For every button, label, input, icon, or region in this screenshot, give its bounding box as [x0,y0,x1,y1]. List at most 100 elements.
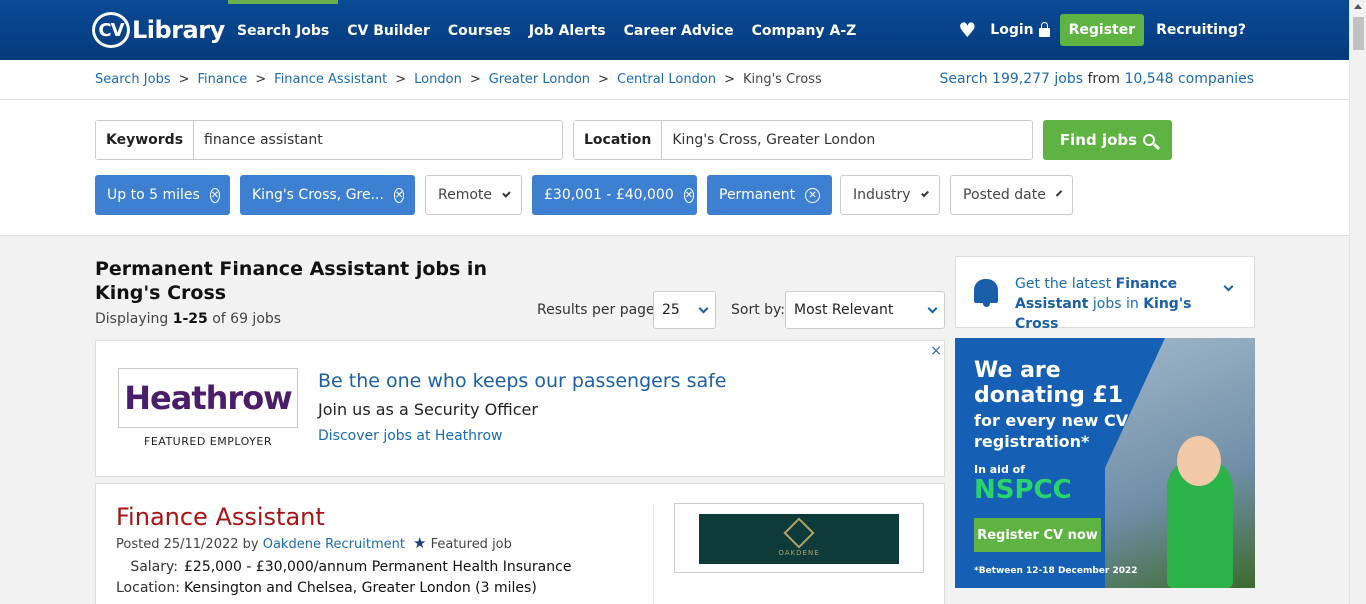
login-label: Login [990,22,1034,38]
keywords-field: Keywords [95,120,563,160]
breadcrumb: Search Jobs > Finance > Finance Assistant >… [95,72,822,87]
job-salary-value: £25,000 - £30,000/annum Permanent Health… [184,559,572,575]
featured-employer-subline: Join us as a Security Officer [318,400,538,419]
nav-company-a-z[interactable]: Company A-Z [743,0,866,60]
filter-distance-label: Up to 5 miles [107,187,200,203]
featured-employer-card: × Heathrow FEATURED EMPLOYER Be the one … [95,340,945,477]
nav-job-alerts[interactable]: Job Alerts [520,0,615,60]
filter-job-type[interactable]: Permanent ✕ [707,175,832,215]
breadcrumb-finance-assistant[interactable]: Finance Assistant [274,72,387,87]
breadcrumb-central-london[interactable]: Central London [617,72,716,87]
filter-remote-dropdown[interactable]: Remote [425,175,522,215]
filter-industry-dropdown[interactable]: Industry [840,175,940,215]
filter-salary-label: £30,001 - £40,000 [544,187,674,203]
sort-by-label: Sort by: [731,302,786,318]
account-nav: ♥ Login Register Recruiting? [958,0,1246,60]
featured-employer-headline[interactable]: Be the one who keeps our passengers safe [318,370,727,392]
featured-employer-link[interactable]: Discover jobs at Heathrow [318,428,502,444]
logo-cv-mark: CV [92,12,130,48]
breadcrumb-finance[interactable]: Finance [198,72,248,87]
breadcrumb-separator: > [469,72,481,87]
register-button[interactable]: Register [1059,14,1145,46]
location-input[interactable] [662,121,1032,159]
remove-filter-icon[interactable]: ✕ [683,187,695,203]
remove-filter-icon[interactable]: ✕ [805,187,820,203]
job-alert-prefix: Get the latest [1015,276,1116,292]
filter-job-type-label: Permanent [719,187,796,203]
heathrow-logo[interactable]: Heathrow [118,368,298,428]
chevron-down-icon [502,188,511,198]
login-link[interactable]: Login [990,21,1050,38]
breadcrumb-search-jobs[interactable]: Search Jobs [95,72,171,87]
recruiting-link[interactable]: Recruiting? [1156,22,1246,38]
sort-by-select[interactable]: Most Relevant [785,291,945,329]
oakdene-logo: OAKDENE [699,514,899,564]
company-logo-box[interactable]: OAKDENE [674,503,924,573]
nav-search-jobs[interactable]: Search Jobs [228,0,339,60]
search-icon [1143,134,1156,146]
nspcc-advert[interactable]: We are donating £1 for every new CV regi… [955,338,1255,588]
remove-filter-icon[interactable]: ✕ [393,187,405,203]
featured-job-label: Featured job [430,537,512,552]
logo-wordmark: Library [132,16,225,44]
nspcc-logo: NSPCC [974,475,1072,505]
job-location-row: Location: Kensington and Chelsea, Greater… [116,580,537,596]
filter-posted-date-label: Posted date [963,187,1046,203]
breadcrumb-separator: > [598,72,609,87]
breadcrumb-separator: > [724,72,735,87]
breadcrumb-current: King's Cross [742,72,822,87]
nav-career-advice[interactable]: Career Advice [615,0,743,60]
results-per-page-label: Results per page: [537,302,660,318]
job-posted-line: Posted 25/11/2022 by Oakdene Recruitment… [116,534,512,552]
breadcrumb-separator: > [255,72,267,87]
nav-courses[interactable]: Courses [439,0,520,60]
job-card-divider [653,504,654,604]
ad-subline: for every new CV registration* [974,411,1129,451]
results-per-page-select[interactable]: 25 [653,291,716,329]
top-navigation-bar: CV Library Search Jobs CV Builder Course… [0,0,1349,60]
results-title: Permanent Finance Assistant jobs in King… [95,258,487,304]
breadcrumb-separator: > [178,72,190,87]
breadcrumb-bar: Search Jobs > Finance > Finance Assistant >… [0,60,1349,100]
ad-child-face [1177,436,1221,486]
star-icon: ★ [412,534,427,552]
job-posted-date: Posted 25/11/2022 by [116,537,263,552]
location-field: Location [573,120,1033,160]
job-alert-middle: jobs in [1088,296,1144,312]
job-salary-row: Salary: £25,000 - £30,000/annum Permanent… [116,559,571,575]
filter-distance[interactable]: Up to 5 miles ✕ [95,175,230,215]
breadcrumb-london[interactable]: London [414,72,462,87]
breadcrumb-greater-london[interactable]: Greater London [489,72,590,87]
oakdene-logo-text: OAKDENE [778,548,820,557]
filter-posted-date-dropdown[interactable]: Posted date [950,175,1073,215]
search-panel: Keywords Location Find jobs Up to 5 mile… [0,100,1349,236]
filter-salary[interactable]: £30,001 - £40,000 ✕ [532,175,697,215]
scroll-thumb[interactable] [1353,17,1364,50]
nav-cv-builder[interactable]: CV Builder [338,0,439,60]
find-jobs-button[interactable]: Find jobs [1043,120,1172,160]
scroll-up-arrow-icon[interactable] [1354,4,1362,9]
job-company-link[interactable]: Oakdene Recruitment [263,537,405,552]
filter-location[interactable]: King's Cross, Gre... ✕ [240,175,415,215]
job-salary-label: Salary: [130,559,178,575]
remove-filter-icon[interactable]: ✕ [209,187,221,203]
page-scrollbar[interactable] [1349,0,1366,604]
ad-footnote: *Between 12-18 December 2022 [974,566,1138,576]
ad-headline: We are donating £1 [974,358,1123,408]
lock-icon [1038,21,1050,37]
heart-icon[interactable]: ♥ [958,18,976,42]
job-alert-box[interactable]: Get the latest Finance Assistant jobs in… [955,256,1255,332]
search-jobs-count-link[interactable]: Search 199,277 jobs [940,71,1084,87]
register-cv-now-button[interactable]: Register CV now [974,518,1101,552]
keywords-input[interactable] [194,121,562,159]
cv-library-logo[interactable]: CV Library [92,12,225,48]
chevron-down-icon [698,303,709,313]
results-per-page-value: 25 [662,302,680,318]
close-icon[interactable]: × [930,343,942,359]
job-title-link[interactable]: Finance Assistant [116,503,325,531]
keywords-label: Keywords [96,121,195,159]
chevron-down-icon[interactable] [1223,281,1234,292]
search-count: Search 199,277 jobs from 10,548 companie… [940,71,1255,87]
featured-employer-tag: FEATURED EMPLOYER [144,435,272,448]
companies-count-link[interactable]: 10,548 companies [1125,71,1254,87]
